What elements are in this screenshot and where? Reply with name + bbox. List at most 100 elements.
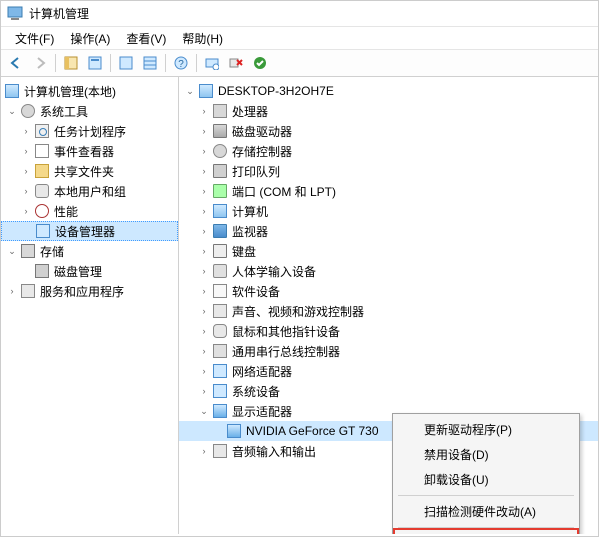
local-users-icon — [34, 183, 50, 199]
computer-label: 计算机 — [232, 203, 268, 220]
ctx-uninstall-device[interactable]: 卸载设备(U) — [396, 467, 576, 492]
expand-icon[interactable]: › — [19, 184, 33, 198]
expand-icon[interactable]: › — [5, 284, 19, 298]
ctx-properties[interactable]: 属性(R) — [396, 531, 576, 534]
expand-icon[interactable]: › — [19, 144, 33, 158]
expand-icon[interactable]: › — [197, 384, 211, 398]
help-button[interactable]: ? — [170, 52, 192, 74]
cat-hid[interactable]: › 人体学输入设备 — [179, 261, 598, 281]
uninstall-device-button[interactable] — [225, 52, 247, 74]
nav-back-button[interactable] — [5, 52, 27, 74]
menu-action[interactable]: 操作(A) — [62, 28, 118, 49]
main-split: 计算机管理(本地) ⌄ 系统工具 › 任务计划程序 › 事件查看器 › 共享文件… — [1, 77, 598, 534]
cat-mouse[interactable]: › 鼠标和其他指针设备 — [179, 321, 598, 341]
nav-forward-button[interactable] — [29, 52, 51, 74]
left-event-viewer[interactable]: › 事件查看器 — [1, 141, 178, 161]
menu-view[interactable]: 查看(V) — [118, 28, 174, 49]
ctx-disable-device[interactable]: 禁用设备(D) — [396, 442, 576, 467]
properties-button[interactable] — [84, 52, 106, 74]
collapse-icon[interactable]: ⌄ — [183, 84, 197, 98]
cat-ports[interactable]: › 端口 (COM 和 LPT) — [179, 181, 598, 201]
cat-sound[interactable]: › 声音、视频和游戏控制器 — [179, 301, 598, 321]
svg-text:?: ? — [178, 59, 184, 70]
computer-icon — [198, 83, 214, 99]
left-device-manager[interactable]: 设备管理器 — [1, 221, 178, 241]
right-root-label: DESKTOP-3H2OH7E — [218, 84, 334, 98]
view-details-button[interactable] — [139, 52, 161, 74]
expand-icon[interactable]: › — [197, 104, 211, 118]
cat-system-dev[interactable]: ›系统设备 — [179, 381, 598, 401]
sound-label: 声音、视频和游戏控制器 — [232, 303, 364, 320]
menu-help[interactable]: 帮助(H) — [174, 28, 231, 49]
mouse-label: 鼠标和其他指针设备 — [232, 323, 340, 340]
left-local-users[interactable]: › 本地用户和组 — [1, 181, 178, 201]
cat-storage-ctrl[interactable]: › 存储控制器 — [179, 141, 598, 161]
view-list-button[interactable] — [115, 52, 137, 74]
monitor-icon — [212, 223, 228, 239]
expand-icon[interactable]: › — [197, 444, 211, 458]
cat-print-queue[interactable]: ›打印队列 — [179, 161, 598, 181]
collapse-icon[interactable]: ⌄ — [197, 404, 211, 418]
expand-icon[interactable]: › — [197, 184, 211, 198]
hid-label: 人体学输入设备 — [232, 263, 316, 280]
usb-icon — [212, 343, 228, 359]
ctx-update-driver[interactable]: 更新驱动程序(P) — [396, 417, 576, 442]
right-root[interactable]: ⌄ DESKTOP-3H2OH7E — [179, 81, 598, 101]
expand-icon[interactable]: › — [197, 224, 211, 238]
cat-network[interactable]: ›网络适配器 — [179, 361, 598, 381]
usb-label: 通用串行总线控制器 — [232, 343, 340, 360]
expand-icon[interactable]: › — [197, 344, 211, 358]
toolbar-sep-3 — [165, 54, 166, 72]
storage-ctrl-label: 存储控制器 — [232, 143, 292, 160]
show-hide-tree-button[interactable] — [60, 52, 82, 74]
cat-software-dev[interactable]: ›软件设备 — [179, 281, 598, 301]
expand-icon[interactable]: › — [197, 364, 211, 378]
left-performance[interactable]: › 性能 — [1, 201, 178, 221]
expand-icon[interactable]: › — [197, 284, 211, 298]
sys-tools-label: 系统工具 — [40, 103, 88, 120]
collapse-icon[interactable]: ⌄ — [5, 244, 19, 258]
enable-device-button[interactable] — [249, 52, 271, 74]
expand-icon[interactable]: › — [197, 124, 211, 138]
ctx-scan-hardware[interactable]: 扫描检测硬件改动(A) — [396, 499, 576, 524]
cat-monitor[interactable]: ›监视器 — [179, 221, 598, 241]
left-storage[interactable]: ⌄ 存储 — [1, 241, 178, 261]
disk-label: 磁盘驱动器 — [232, 123, 292, 140]
menu-file[interactable]: 文件(F) — [7, 28, 62, 49]
toolbar: ? — [1, 49, 598, 77]
left-services-apps[interactable]: › 服务和应用程序 — [1, 281, 178, 301]
expand-icon[interactable]: › — [197, 324, 211, 338]
left-sys-tools[interactable]: ⌄ 系统工具 — [1, 101, 178, 121]
expand-icon[interactable]: › — [19, 124, 33, 138]
task-scheduler-label: 任务计划程序 — [54, 123, 126, 140]
ports-label: 端口 (COM 和 LPT) — [232, 183, 336, 200]
sound-icon — [212, 303, 228, 319]
expand-icon[interactable]: › — [197, 164, 211, 178]
computer-mgmt-icon — [4, 83, 20, 99]
cat-keyboard[interactable]: › 键盘 — [179, 241, 598, 261]
performance-icon — [34, 203, 50, 219]
cat-disk[interactable]: › 磁盘驱动器 — [179, 121, 598, 141]
expand-icon[interactable]: › — [197, 264, 211, 278]
expand-icon[interactable]: › — [197, 244, 211, 258]
network-icon — [212, 363, 228, 379]
cat-computer[interactable]: › 计算机 — [179, 201, 598, 221]
cpu-icon — [212, 103, 228, 119]
scan-hardware-button[interactable] — [201, 52, 223, 74]
cat-cpu[interactable]: ›处理器 — [179, 101, 598, 121]
collapse-icon[interactable]: ⌄ — [5, 104, 19, 118]
cat-usb[interactable]: › 通用串行总线控制器 — [179, 341, 598, 361]
storage-label: 存储 — [40, 243, 64, 260]
gpu-device-icon — [226, 423, 242, 439]
expand-icon[interactable]: › — [19, 164, 33, 178]
expand-icon[interactable]: › — [19, 204, 33, 218]
keyboard-label: 键盘 — [232, 243, 256, 260]
expand-icon[interactable]: › — [197, 304, 211, 318]
left-shared-folders[interactable]: › 共享文件夹 — [1, 161, 178, 181]
display-icon — [212, 403, 228, 419]
left-task-scheduler[interactable]: › 任务计划程序 — [1, 121, 178, 141]
expand-icon[interactable]: › — [197, 144, 211, 158]
left-disk-mgmt[interactable]: 磁盘管理 — [1, 261, 178, 281]
left-root[interactable]: 计算机管理(本地) — [1, 81, 178, 101]
expand-icon[interactable]: › — [197, 204, 211, 218]
